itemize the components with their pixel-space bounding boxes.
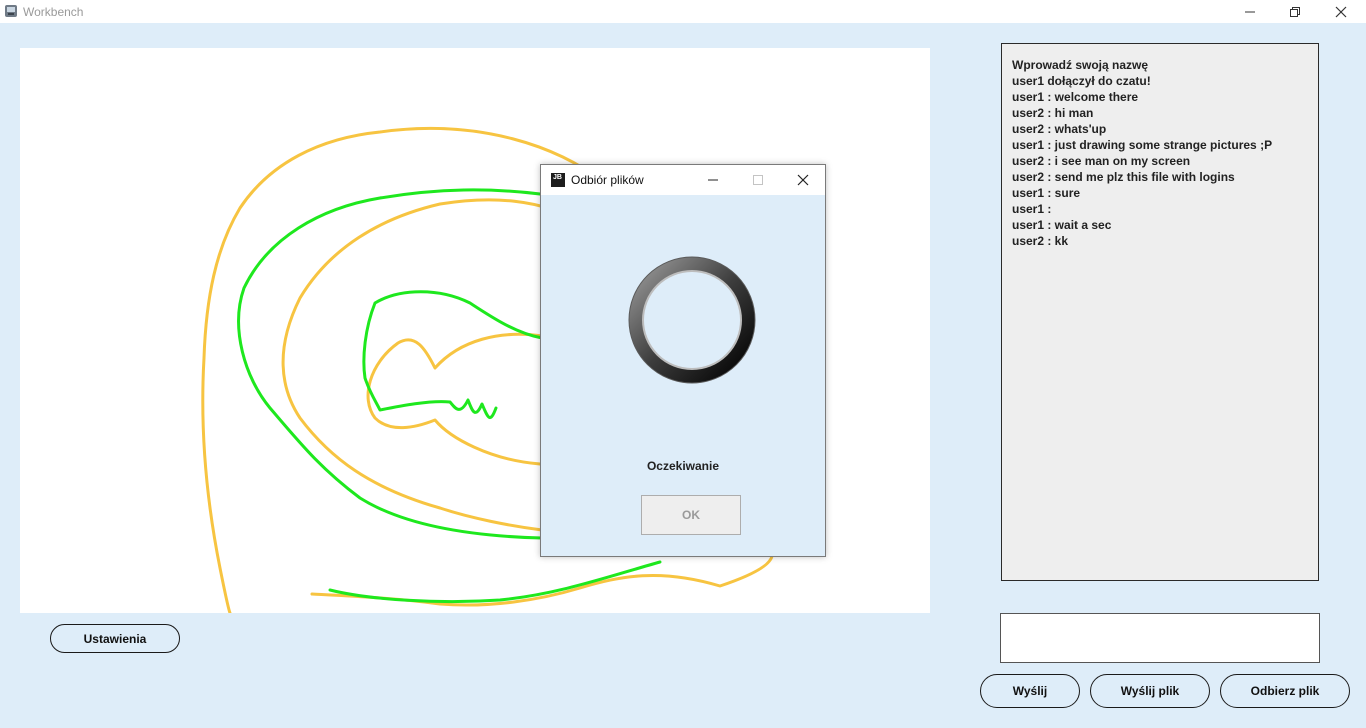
maximize-icon xyxy=(753,175,763,185)
chat-line: user1 : wait a sec xyxy=(1012,218,1112,232)
close-button[interactable] xyxy=(1318,0,1364,23)
chat-line: user2 : i see man on my screen xyxy=(1012,154,1191,168)
chat-history: Wprowadź swoją nazwę user1 dołączył do c… xyxy=(1001,43,1319,581)
message-input[interactable] xyxy=(1000,613,1320,663)
app-icon xyxy=(5,5,17,17)
close-icon xyxy=(797,174,809,186)
chat-line: user1 : just drawing some strange pictur… xyxy=(1012,138,1273,152)
loading-spinner-icon xyxy=(628,256,756,384)
chat-line: user1 : xyxy=(1012,202,1052,216)
dialog-close-button[interactable] xyxy=(781,165,825,195)
chat-line: user1 dołączył do czatu! xyxy=(1012,74,1151,88)
window-titlebar: Workbench xyxy=(0,0,1366,23)
green-stroke-bottom xyxy=(328,560,662,604)
chat-line: user1 : welcome there xyxy=(1012,90,1139,104)
send-file-button[interactable]: Wyślij plik xyxy=(1090,674,1210,708)
receive-file-button[interactable]: Odbierz plik xyxy=(1220,674,1350,708)
file-receive-dialog: JB Odbiór plików Oczekiwanie OK xyxy=(540,164,826,557)
close-icon xyxy=(1335,6,1347,18)
dialog-title: Odbiór plików xyxy=(571,173,644,187)
minimize-button[interactable] xyxy=(1227,0,1273,23)
jetbrains-icon: JB xyxy=(551,173,565,187)
ok-button[interactable]: OK xyxy=(641,495,741,535)
settings-button[interactable]: Ustawienia xyxy=(50,624,180,653)
window-title: Workbench xyxy=(23,5,84,19)
chat-line: user2 : kk xyxy=(1012,234,1069,248)
dialog-minimize-button[interactable] xyxy=(691,165,735,195)
dialog-titlebar: JB Odbiór plików xyxy=(541,165,825,195)
chat-line: user2 : send me plz this file with login… xyxy=(1012,170,1235,184)
dialog-status-text: Oczekiwanie xyxy=(646,459,720,473)
yellow-stroke-inner xyxy=(366,332,544,466)
chat-line: user1 : sure xyxy=(1012,186,1081,200)
chat-line: user2 : whats'up xyxy=(1012,122,1107,136)
dialog-maximize-button xyxy=(736,165,780,195)
chat-line: user2 : hi man xyxy=(1012,106,1094,120)
minimize-icon xyxy=(708,179,718,181)
minimize-icon xyxy=(1245,11,1255,13)
send-button[interactable]: Wyślij xyxy=(980,674,1080,708)
green-stroke-inner xyxy=(362,290,544,419)
restore-icon xyxy=(1290,7,1300,17)
restore-button[interactable] xyxy=(1272,0,1318,23)
chat-line: Wprowadź swoją nazwę xyxy=(1012,58,1149,72)
